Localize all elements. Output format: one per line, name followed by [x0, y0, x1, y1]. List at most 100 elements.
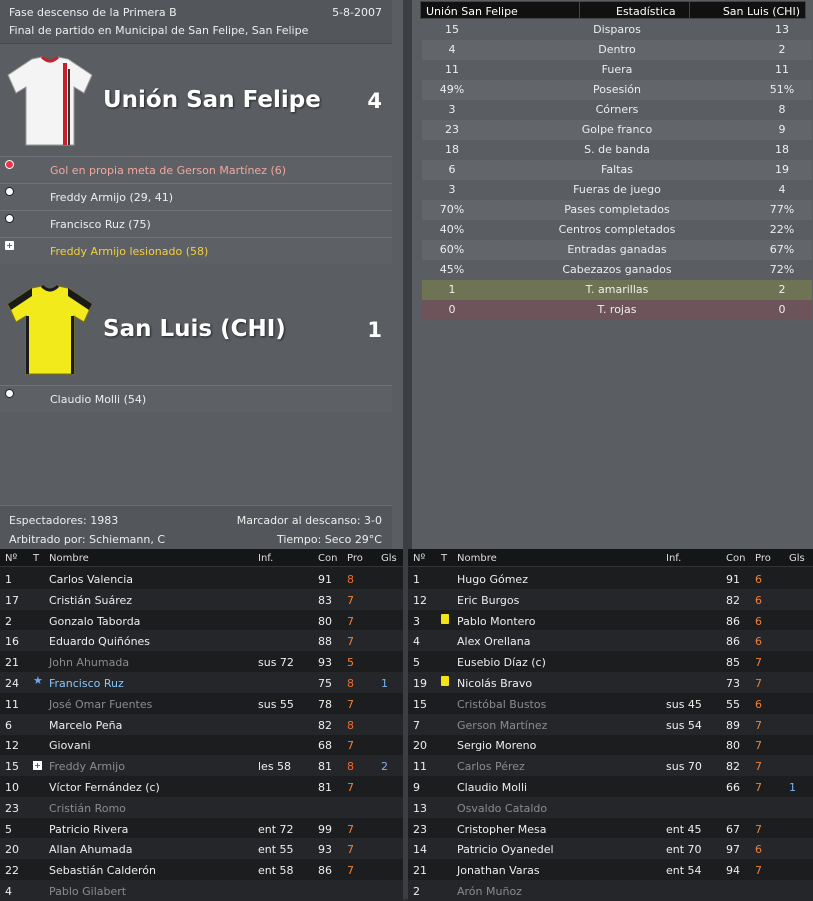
table-row[interactable]: 23 Cristián Romo	[0, 796, 403, 818]
player-name[interactable]: Víctor Fernández (c)	[49, 781, 160, 794]
table-row[interactable]: 12 Giovani 68 7	[0, 734, 403, 755]
home-team-name[interactable]: Unión San Felipe	[103, 87, 321, 113]
player-number: 11	[5, 697, 19, 711]
table-row[interactable]: 13 Osvaldo Cataldo	[408, 796, 813, 818]
player-name[interactable]: Jonathan Varas	[457, 864, 540, 877]
col-t[interactable]: T	[441, 553, 447, 564]
player-name[interactable]: Carlos Pérez	[457, 760, 525, 773]
player-name[interactable]: Pablo Montero	[457, 615, 535, 628]
table-row[interactable]: 14 Patricio Oyanedel ent 70 97 6	[408, 838, 813, 860]
player-name[interactable]: Francisco Ruz	[49, 677, 124, 690]
player-name[interactable]: Patricio Rivera	[49, 823, 128, 836]
player-name[interactable]: Nicolás Bravo	[457, 677, 532, 690]
table-row[interactable]: 21 John Ahumada sus 72 93 5	[0, 651, 403, 672]
table-row[interactable]: 5 Patricio Rivera ent 72 99 7	[0, 818, 403, 839]
player-name[interactable]: Eduardo Quiñónes	[49, 635, 150, 648]
player-name[interactable]: Gonzalo Taborda	[49, 615, 140, 628]
player-name[interactable]: Sebastián Calderón	[49, 864, 156, 877]
table-row[interactable]: 4 Alex Orellana 86 6	[408, 630, 813, 652]
player-info: ent 72	[258, 822, 294, 836]
table-row[interactable]: 19 Nicolás Bravo 73 7	[408, 672, 813, 693]
stat-row: 3 Fueras de juego 4	[422, 180, 812, 200]
player-name[interactable]: Eric Burgos	[457, 594, 519, 607]
player-name[interactable]: Carlos Valencia	[49, 573, 133, 586]
col-pro[interactable]: Pro	[755, 553, 771, 564]
table-row[interactable]: 11 Carlos Pérez sus 70 82 7	[408, 755, 813, 777]
table-row[interactable]: 16 Eduardo Quiñónes 88 7	[0, 630, 403, 652]
table-row[interactable]: 4 Pablo Gilabert	[0, 880, 403, 901]
col-inf[interactable]: Inf.	[258, 553, 273, 564]
event-text: Freddy Armijo (29, 41)	[50, 191, 174, 204]
table-row[interactable]: 12 Eric Burgos 82 6	[408, 588, 813, 610]
event-row: Claudio Molli (54)	[0, 385, 392, 412]
player-name[interactable]: Osvaldo Cataldo	[457, 802, 547, 815]
table-row[interactable]: 3 Pablo Montero 86 6	[408, 610, 813, 631]
player-name[interactable]: Sergio Moreno	[457, 739, 536, 752]
table-row[interactable]: 20 Sergio Moreno 80 7	[408, 734, 813, 755]
player-info: les 58	[258, 760, 292, 774]
col-pro[interactable]: Pro	[347, 553, 363, 564]
player-condition: 82	[318, 718, 332, 732]
player-name[interactable]: Gerson Martínez	[457, 719, 547, 732]
col-no[interactable]: Nº	[5, 553, 17, 564]
table-row[interactable]: 7 Gerson Martínez sus 54 89 7	[408, 713, 813, 735]
stat-home-value: 23	[445, 123, 459, 136]
table-row[interactable]: 11 José Omar Fuentes sus 55 78 7	[0, 693, 403, 714]
table-row[interactable]: 15 + Freddy Armijo les 58 81 8 2	[0, 755, 403, 777]
player-rating: 7	[755, 822, 762, 836]
player-name[interactable]: Marcelo Peña	[49, 719, 122, 732]
table-row[interactable]: 10 Víctor Fernández (c) 81 7	[0, 776, 403, 797]
table-row[interactable]: 6 Marcelo Peña 82 8	[0, 713, 403, 735]
table-row[interactable]: 2 Arón Muñoz	[408, 880, 813, 901]
table-row[interactable]: 21 Jonathan Varas ent 54 94 7	[408, 859, 813, 880]
player-name[interactable]: Allan Ahumada	[49, 843, 133, 856]
col-con[interactable]: Con	[318, 553, 337, 564]
player-number: 4	[413, 635, 420, 649]
col-gls[interactable]: Gls	[381, 553, 397, 564]
stat-home-value: 49%	[439, 83, 465, 96]
table-row[interactable]: 1 Carlos Valencia 91 8	[0, 568, 403, 589]
player-name[interactable]: Hugo Gómez	[457, 573, 528, 586]
table-row[interactable]: 22 Sebastián Calderón ent 58 86 7	[0, 859, 403, 880]
player-name[interactable]: Arón Muñoz	[457, 885, 522, 898]
table-row[interactable]: 15 Cristóbal Bustos sus 45 55 6	[408, 693, 813, 714]
player-name[interactable]: Cristián Romo	[49, 802, 126, 815]
table-row[interactable]: 2 Gonzalo Taborda 80 7	[0, 610, 403, 631]
col-con[interactable]: Con	[726, 553, 745, 564]
player-name[interactable]: Alex Orellana	[457, 635, 530, 648]
player-condition: 66	[726, 781, 740, 794]
player-name[interactable]: Eusebio Díaz (c)	[457, 656, 546, 669]
player-goals: 2	[381, 760, 388, 774]
table-row[interactable]: 17 Cristián Suárez 83 7	[0, 588, 403, 610]
col-no[interactable]: Nº	[413, 553, 425, 564]
player-name[interactable]: John Ahumada	[49, 656, 129, 669]
table-row[interactable]: 20 Allan Ahumada ent 55 93 7	[0, 838, 403, 860]
player-name[interactable]: Freddy Armijo	[49, 760, 125, 773]
table-row[interactable]: 9 Claudio Molli 66 7 1	[408, 776, 813, 797]
player-info: ent 55	[258, 843, 294, 857]
player-name[interactable]: José Omar Fuentes	[49, 698, 152, 711]
col-inf[interactable]: Inf.	[666, 553, 681, 564]
col-gls[interactable]: Gls	[789, 553, 805, 564]
player-name[interactable]: Claudio Molli	[457, 781, 527, 794]
table-row[interactable]: 5 Eusebio Díaz (c) 85 7	[408, 651, 813, 672]
stat-row: 1 T. amarillas 2	[422, 280, 812, 300]
player-name[interactable]: Patricio Oyanedel	[457, 843, 554, 856]
player-name[interactable]: Pablo Gilabert	[49, 885, 126, 898]
table-row[interactable]: 23 Cristopher Mesa ent 45 67 7	[408, 818, 813, 839]
col-t[interactable]: T	[33, 553, 39, 564]
away-team-name[interactable]: San Luis (CHI)	[103, 316, 286, 342]
table-row[interactable]: 24 ★ Francisco Ruz 75 8 1	[0, 672, 403, 693]
col-name[interactable]: Nombre	[49, 553, 89, 564]
player-name[interactable]: Cristopher Mesa	[457, 823, 547, 836]
col-name[interactable]: Nombre	[457, 553, 497, 564]
stat-home-value: 18	[445, 143, 459, 156]
player-rating: 8	[347, 677, 354, 690]
table-row[interactable]: 1 Hugo Gómez 91 6	[408, 568, 813, 589]
player-name[interactable]: Cristián Suárez	[49, 594, 132, 607]
player-name[interactable]: Giovani	[49, 739, 91, 752]
player-number: 12	[413, 593, 427, 607]
event-text: Gol en propia meta de Gerson Martínez (6…	[50, 164, 287, 177]
player-name[interactable]: Cristóbal Bustos	[457, 698, 546, 711]
stat-label: T. amarillas	[585, 283, 649, 296]
